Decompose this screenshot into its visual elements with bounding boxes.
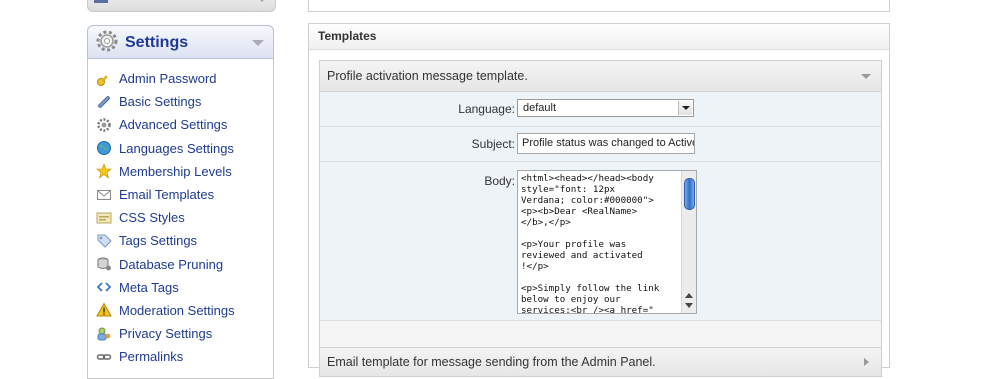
body-label: Body:: [484, 174, 515, 188]
tag-icon: [96, 233, 112, 249]
key-icon: [96, 71, 112, 87]
dropdown-arrow-icon[interactable]: [678, 101, 692, 115]
sidebar-item-privacy-settings[interactable]: Privacy Settings: [88, 322, 273, 345]
sidebar-item-label: Permalinks: [119, 349, 184, 365]
templates-section-title: Templates: [309, 24, 889, 50]
sidebar-item-advanced-settings[interactable]: Advanced Settings: [88, 113, 273, 136]
previous-section-box: [308, 0, 890, 12]
sidebar-item-label: Email Templates: [119, 187, 215, 203]
gear-icon: [96, 117, 112, 133]
settings-panel-header[interactable]: Settings: [87, 25, 274, 59]
database-icon: [96, 256, 112, 272]
body-row: Body: <html><head></head><body style="fo…: [320, 162, 881, 321]
lock-icon: [96, 326, 112, 342]
sidebar-item-email-templates[interactable]: Email Templates: [88, 183, 273, 206]
template-panel-header[interactable]: Profile activation message template.: [320, 61, 881, 92]
panel-icon: [94, 0, 108, 3]
scrollbar-thumb[interactable]: [684, 178, 695, 210]
settings-menu: Admin Password Basic Settings Advanced S…: [87, 59, 274, 379]
warning-icon: [96, 302, 112, 318]
gear-icon: [96, 30, 118, 52]
textarea-scrollbar[interactable]: [681, 171, 696, 313]
language-label: Language:: [458, 102, 515, 116]
sidebar-item-label: Advanced Settings: [119, 117, 228, 133]
sidebar-item-label: Languages Settings: [119, 140, 234, 156]
template-panel-title: Email template for message sending from …: [327, 355, 656, 369]
sidebar-item-meta-tags[interactable]: Meta Tags: [88, 276, 273, 299]
body-textarea[interactable]: <html><head></head><body style="font: 12…: [517, 170, 697, 314]
sidebar-item-tags-settings[interactable]: Tags Settings: [88, 229, 273, 252]
collapsed-panel-header[interactable]: [87, 0, 276, 12]
sidebar-item-permalinks[interactable]: Permalinks: [88, 345, 273, 368]
collapse-arrow-icon[interactable]: [861, 74, 871, 79]
expand-arrow-icon[interactable]: [864, 358, 869, 366]
sidebar-item-database-pruning[interactable]: Database Pruning: [88, 253, 273, 276]
globe-icon: [96, 140, 112, 156]
css-icon: [96, 210, 112, 226]
scroll-down-arrow-icon[interactable]: [685, 303, 693, 308]
sidebar-item-label: Meta Tags: [119, 279, 179, 295]
body-textarea-content[interactable]: <html><head></head><body style="font: 12…: [518, 171, 679, 313]
language-select[interactable]: default: [517, 99, 694, 117]
language-select-value: default: [523, 102, 557, 114]
subject-row: Subject: Profile status was changed to A…: [320, 127, 881, 162]
sidebar-item-membership-levels[interactable]: Membership Levels: [88, 160, 273, 183]
sidebar-item-label: Basic Settings: [119, 94, 202, 110]
scroll-up-arrow-icon[interactable]: [685, 293, 693, 298]
sidebar-item-basic-settings[interactable]: Basic Settings: [88, 90, 273, 113]
chevron-down-icon[interactable]: [257, 0, 267, 2]
sidebar-item-label: Privacy Settings: [119, 326, 213, 342]
sidebar-item-css-styles[interactable]: CSS Styles: [88, 206, 273, 229]
subject-label: Subject:: [471, 137, 515, 151]
admin-email-template-panel[interactable]: Email template for message sending from …: [319, 347, 882, 377]
sidebar-item-moderation-settings[interactable]: Moderation Settings: [88, 299, 273, 322]
sidebar-item-label: Admin Password: [119, 71, 217, 87]
sidebar-item-label: Tags Settings: [119, 233, 198, 249]
language-row: Language: default: [320, 92, 881, 127]
chevron-down-icon[interactable]: [252, 40, 264, 46]
sidebar-item-languages-settings[interactable]: Languages Settings: [88, 137, 273, 160]
sidebar-item-label: Moderation Settings: [119, 302, 235, 318]
settings-title: Settings: [125, 34, 189, 51]
wrench-icon: [96, 94, 112, 110]
sidebar-item-admin-password[interactable]: Admin Password: [88, 67, 273, 90]
star-icon: [96, 163, 112, 180]
profile-activation-template-panel: Profile activation message template. Lan…: [319, 60, 882, 350]
template-panel-title: Profile activation message template.: [327, 69, 528, 83]
code-icon: [96, 279, 112, 295]
sidebar-item-label: Membership Levels: [119, 163, 232, 179]
sidebar-item-label: Database Pruning: [119, 256, 224, 272]
templates-section: Templates Profile activation message tem…: [308, 23, 890, 377]
subject-input[interactable]: Profile status was changed to Active: [517, 133, 695, 154]
sidebar-item-label: CSS Styles: [119, 210, 185, 226]
link-icon: [96, 349, 112, 365]
envelope-icon: [96, 187, 112, 203]
